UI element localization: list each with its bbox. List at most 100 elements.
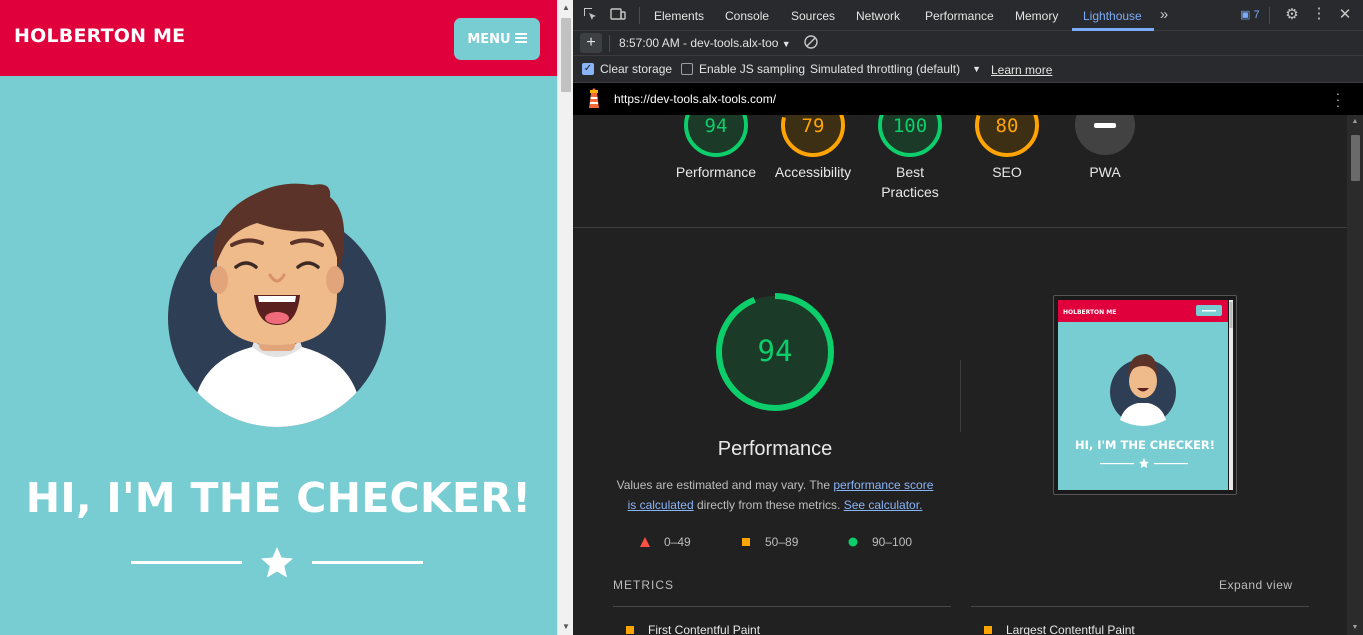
js-sampling-label: Enable JS sampling <box>699 62 806 76</box>
inspect-element-icon[interactable] <box>581 6 599 24</box>
page-scrollbar[interactable]: ▲ ▼ <box>557 0 573 635</box>
score-scale-legend: 0–49 50–89 90–100 <box>640 533 940 551</box>
gauge-accessibility[interactable]: 79 Accessibility <box>763 115 863 182</box>
thumbnail-heading: HI, I'M THE CHECKER! <box>1075 438 1215 452</box>
scroll-up-arrow-icon[interactable]: ▲ <box>1347 115 1363 129</box>
gauge-label: Performance <box>675 164 757 180</box>
orange-square-icon <box>626 626 634 634</box>
orange-square-icon <box>742 538 750 546</box>
tab-console[interactable]: Console <box>725 9 769 23</box>
new-report-button[interactable]: + <box>580 33 602 53</box>
expand-view-toggle[interactable]: Expand view <box>1219 578 1293 592</box>
lighthouse-report: 94 Performance 79 Accessibility 100 Best Prac… <box>573 115 1347 635</box>
lighthouse-options-bar: ✓ Clear storage Enable JS sampling Simul… <box>573 56 1363 83</box>
gauge-score: 79 <box>802 115 825 137</box>
report-selector[interactable]: 8:57:00 AM - dev-tools.alx-too ▼ <box>619 36 791 50</box>
gauge-label: SEO <box>992 164 1022 180</box>
performance-score-large: 94 <box>758 334 793 368</box>
menu-button[interactable]: MENU <box>454 18 540 60</box>
clear-storage-checkbox[interactable]: ✓ <box>582 63 594 75</box>
metric-lcp-label: Largest Contentful Paint <box>1006 623 1135 635</box>
close-devtools-icon[interactable]: ✕ <box>1336 6 1354 24</box>
vertical-separator <box>960 360 961 432</box>
legend-average: 50–89 <box>741 535 798 549</box>
metrics-heading: METRICS <box>613 578 674 592</box>
site-navbar: HOLBERTON ME MENU <box>0 0 557 76</box>
page-viewport: HOLBERTON ME MENU HI, I'M THE CHECKER! <box>0 0 557 635</box>
throttling-select[interactable]: Simulated throttling (default) ▼ <box>810 62 981 76</box>
summary-separator <box>573 227 1347 228</box>
more-tabs-chevron-icon[interactable]: » <box>1155 6 1173 24</box>
star-divider <box>131 547 423 578</box>
gauge-score: 94 <box>705 115 728 137</box>
clear-storage-option[interactable]: ✓ Clear storage <box>582 62 672 76</box>
report-scroll-thumb[interactable] <box>1351 135 1360 181</box>
gauge-score: 100 <box>893 115 927 137</box>
js-sampling-checkbox[interactable] <box>681 63 693 75</box>
metric-divider <box>971 606 1309 607</box>
legend-fail-range: 0–49 <box>664 535 691 549</box>
gauge-label: Best Practices <box>881 164 939 200</box>
tab-performance[interactable]: Performance <box>925 9 994 23</box>
kebab-menu-icon[interactable]: ⋮ <box>1310 6 1328 24</box>
gauge-best-practices[interactable]: 100 Best Practices <box>860 115 960 202</box>
metric-divider <box>613 606 951 607</box>
gauge-pwa[interactable]: PWA <box>1055 115 1155 182</box>
star-icon <box>261 547 293 578</box>
gauge-performance[interactable]: 94 Performance <box>666 115 766 182</box>
metric-lcp: Largest Contentful Paint <box>984 623 1135 635</box>
devtools-panel: Elements Console Sources Network Perform… <box>573 0 1363 635</box>
performance-gauge-large: 94 <box>716 293 834 411</box>
legend-pass: 90–100 <box>848 535 912 549</box>
report-scrollbar[interactable]: ▲ ▼ <box>1347 115 1363 635</box>
red-triangle-icon <box>640 537 650 547</box>
js-sampling-option[interactable]: Enable JS sampling <box>681 62 805 76</box>
issues-count: 7 <box>1253 9 1260 21</box>
report-url-bar: https://dev-tools.alx-tools.com/ · · · <box>573 83 1363 115</box>
tabbar-separator <box>639 7 640 24</box>
scroll-up-arrow-icon[interactable]: ▲ <box>558 0 574 16</box>
gauge-label: PWA <box>1089 164 1121 180</box>
legend-pass-range: 90–100 <box>872 535 913 549</box>
dropdown-arrow-icon: ▼ <box>781 39 791 49</box>
see-calculator-link[interactable]: See calculator. <box>844 498 923 512</box>
clear-storage-label: Clear storage <box>600 62 673 76</box>
tab-memory[interactable]: Memory <box>1015 9 1058 23</box>
tab-elements[interactable]: Elements <box>654 9 704 23</box>
learn-more-link[interactable]: Learn more <box>991 63 1052 77</box>
legend-average-range: 50–89 <box>765 535 799 549</box>
avatar-illustration <box>168 183 386 427</box>
throttling-label: Simulated throttling (default) <box>810 62 961 76</box>
scroll-down-arrow-icon[interactable]: ▼ <box>558 619 574 635</box>
page-scroll-thumb[interactable] <box>561 18 571 92</box>
issues-counter[interactable]: ▣ 7 <box>1240 8 1260 21</box>
tabbar-separator <box>1269 7 1270 24</box>
device-toolbar-icon[interactable] <box>609 6 627 24</box>
description-text: Values are estimated and may vary. The <box>616 478 834 492</box>
settings-gear-icon[interactable]: ⚙ <box>1283 6 1301 24</box>
gauge-label: Accessibility <box>774 164 852 180</box>
description-text: directly from these metrics. <box>693 498 844 512</box>
performance-description: Values are estimated and may vary. The p… <box>613 475 937 515</box>
devtools-tabbar: Elements Console Sources Network Perform… <box>573 0 1363 31</box>
gauge-score: 80 <box>996 115 1019 137</box>
report-tools-menu-icon[interactable]: · · · <box>1333 86 1343 112</box>
tab-network[interactable]: Network <box>856 9 900 23</box>
site-title[interactable]: HOLBERTON ME <box>14 25 185 47</box>
green-circle-icon <box>848 537 858 547</box>
lighthouse-report-bar: + 8:57:00 AM - dev-tools.alx-too ▼ <box>573 31 1363 56</box>
metric-fcp: First Contentful Paint <box>626 623 760 635</box>
final-screenshot-thumbnail[interactable]: HOLBERTON ME HI, I'M THE CHECKER! <box>1053 295 1237 495</box>
issues-icon: ▣ <box>1240 9 1251 21</box>
scroll-down-arrow-icon[interactable]: ▼ <box>1347 621 1363 635</box>
tab-lighthouse[interactable]: Lighthouse <box>1083 9 1142 23</box>
hero-heading: HI, I'M THE CHECKER! <box>25 474 532 522</box>
metric-fcp-label: First Contentful Paint <box>648 623 761 635</box>
thumbnail-site-title: HOLBERTON ME <box>1063 309 1116 316</box>
tab-sources[interactable]: Sources <box>791 9 835 23</box>
lighthouse-logo-icon <box>589 88 599 108</box>
pwa-badge-icon <box>1094 123 1116 128</box>
orange-square-icon <box>984 626 992 634</box>
gauge-seo[interactable]: 80 SEO <box>957 115 1057 182</box>
clear-reports-icon[interactable] <box>803 34 821 52</box>
